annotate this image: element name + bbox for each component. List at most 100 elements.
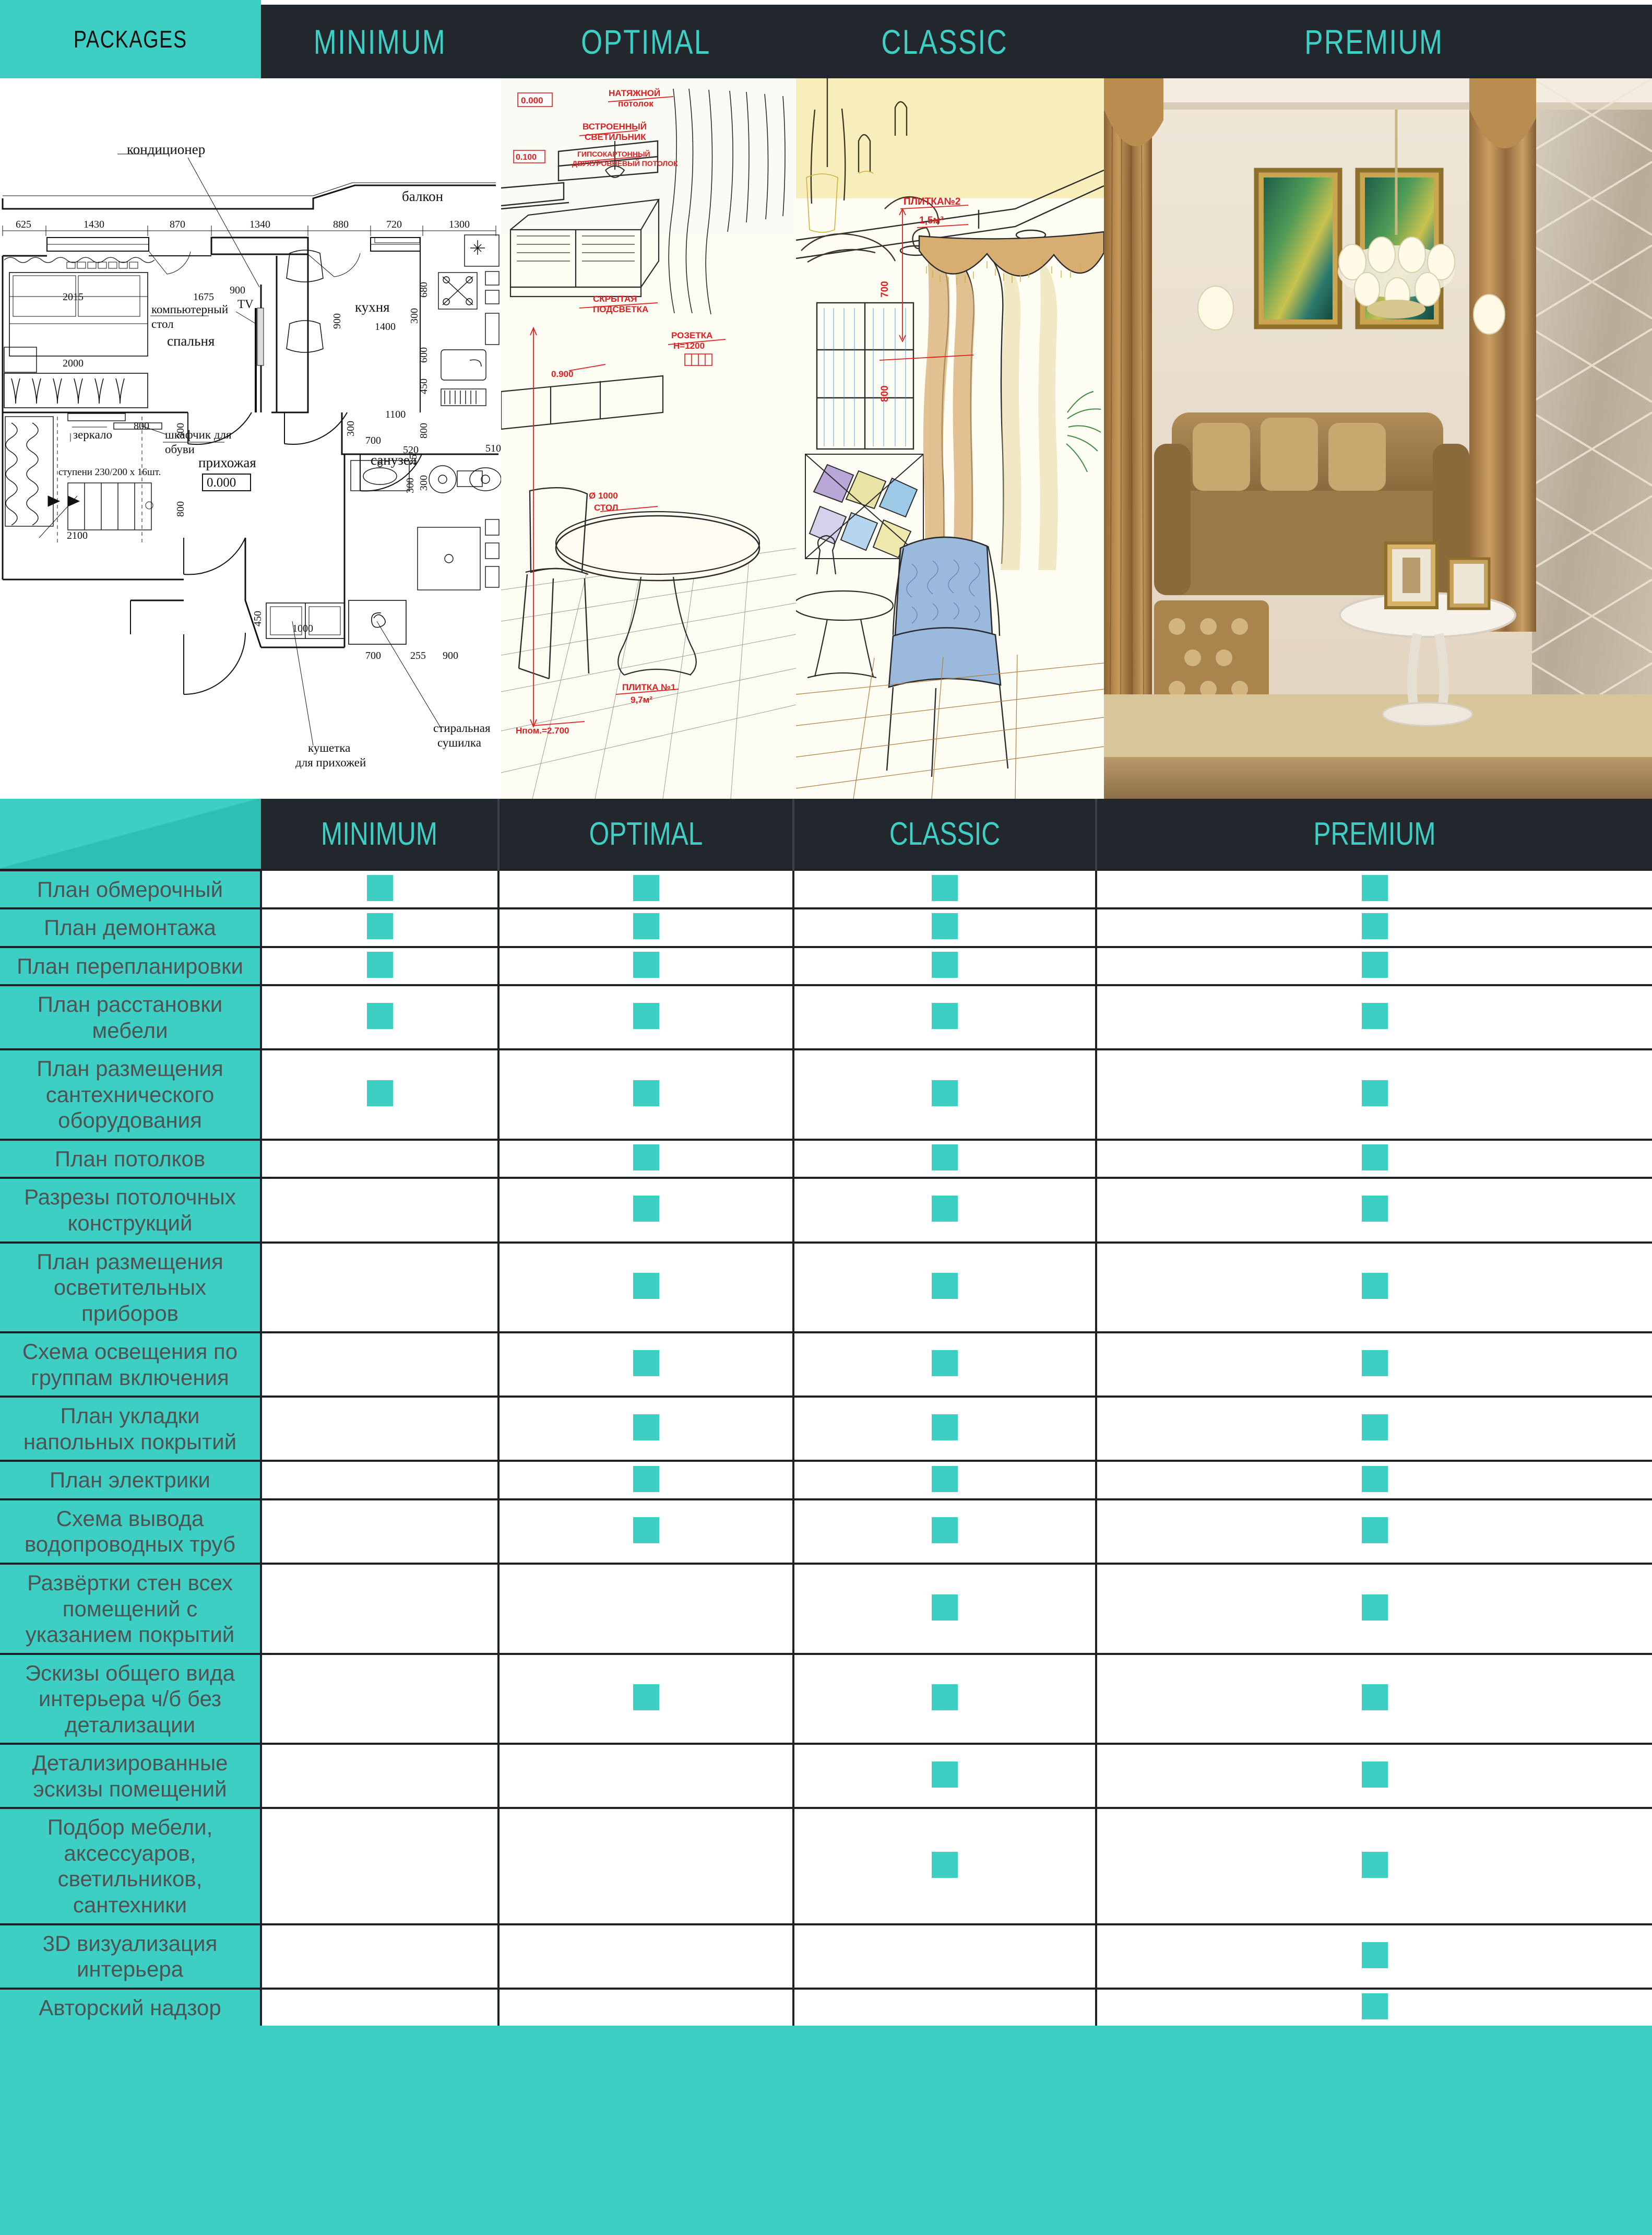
- svg-text:кондиционер: кондиционер: [127, 141, 205, 157]
- tab-minimum[interactable]: MINIMUM: [261, 5, 498, 78]
- svg-text:ступени 230/200 х 16шт.: ступени 230/200 х 16шт.: [58, 467, 161, 478]
- feature-cell-classic: [792, 1241, 1096, 1333]
- feature-cell-optimal: [497, 868, 793, 909]
- table-row: План демонтажа: [0, 907, 1652, 947]
- svg-text:кухня: кухня: [355, 299, 390, 315]
- svg-text:зеркало: зеркало: [73, 428, 112, 441]
- included-mark-icon: [932, 1144, 958, 1171]
- svg-text:700: 700: [365, 650, 381, 661]
- svg-text:800: 800: [134, 420, 149, 432]
- feature-cell-optimal: [497, 1562, 793, 1654]
- feature-cell-minimum: [260, 1138, 498, 1178]
- feature-label: План размещения сантехнического оборудов…: [0, 1048, 261, 1140]
- feature-cell-optimal: [497, 945, 793, 986]
- svg-text:0.100: 0.100: [516, 153, 537, 162]
- included-mark-icon: [932, 1003, 958, 1030]
- svg-text:Ø 1000: Ø 1000: [589, 491, 618, 501]
- feature-cell-premium: [1095, 868, 1652, 909]
- column-header-classic[interactable]: CLASSIC: [793, 799, 1097, 870]
- included-mark-icon: [932, 1414, 958, 1441]
- svg-text:сушилка: сушилка: [437, 736, 481, 749]
- svg-text:1340: 1340: [249, 219, 270, 230]
- feature-cell-minimum: [260, 1807, 498, 1924]
- included-mark-icon: [1361, 1761, 1388, 1788]
- feature-label: Схема освещения по группам включения: [0, 1331, 261, 1397]
- feature-cell-premium: [1095, 1048, 1652, 1140]
- feature-cell-minimum: [260, 1460, 498, 1499]
- included-mark-icon: [932, 1196, 958, 1222]
- included-mark-icon: [1361, 1684, 1388, 1711]
- included-mark-icon: [1361, 1003, 1388, 1030]
- not-included-placeholder: [367, 1993, 393, 2019]
- svg-text:450: 450: [418, 379, 430, 394]
- table-row: Развёртки стен всех помещений с указание…: [0, 1562, 1652, 1654]
- feature-cell-optimal: [497, 1923, 793, 1989]
- feature-cell-optimal: [497, 1743, 793, 1808]
- feature-cell-minimum: [260, 868, 498, 909]
- table-body: План обмерочный План демонтажа План перепл…: [0, 868, 1652, 2026]
- feature-cell-premium: [1095, 1652, 1652, 1744]
- feature-cell-premium: [1095, 1807, 1652, 1924]
- table-row: План обмерочный: [0, 868, 1652, 909]
- not-included-placeholder: [633, 1993, 659, 2019]
- svg-text:TV: TV: [237, 298, 254, 311]
- svg-text:ГИПСОКАРТОННЫЙ: ГИПСОКАРТОННЫЙ: [577, 149, 650, 158]
- included-mark-icon: [932, 1851, 958, 1878]
- feature-cell-minimum: [260, 1048, 498, 1140]
- not-included-placeholder: [633, 1761, 659, 1788]
- column-header-minimum[interactable]: MINIMUM: [261, 799, 500, 870]
- included-mark-icon: [1361, 1993, 1388, 2019]
- feature-label: План потолков: [0, 1138, 261, 1178]
- not-included-placeholder: [633, 1594, 659, 1621]
- svg-text:санузел: санузел: [371, 452, 417, 468]
- included-mark-icon: [932, 951, 958, 978]
- included-mark-icon: [633, 1003, 659, 1030]
- column-header-optimal-label: OPTIMAL: [589, 815, 703, 852]
- included-mark-icon: [1361, 1594, 1388, 1621]
- feature-cell-classic: [792, 1987, 1096, 2026]
- svg-text:450: 450: [252, 611, 264, 626]
- not-included-placeholder: [367, 1761, 393, 1788]
- included-mark-icon: [932, 1080, 958, 1107]
- included-mark-icon: [633, 1196, 659, 1222]
- tab-premium[interactable]: PREMIUM: [1096, 5, 1652, 78]
- premium-interior-photo: [1104, 78, 1652, 799]
- column-header-premium[interactable]: PREMIUM: [1096, 799, 1652, 870]
- included-mark-icon: [932, 874, 958, 901]
- svg-text:СТОЛ: СТОЛ: [594, 503, 619, 513]
- feature-cell-optimal: [497, 1498, 793, 1564]
- svg-text:1100: 1100: [385, 409, 406, 420]
- table-row: План размещения сантехнического оборудов…: [0, 1048, 1652, 1140]
- included-mark-icon: [366, 913, 393, 940]
- feature-label: План перепланировки: [0, 945, 261, 986]
- feature-cell-premium: [1095, 1396, 1652, 1461]
- column-header-optimal[interactable]: OPTIMAL: [498, 799, 794, 870]
- tab-classic[interactable]: CLASSIC: [793, 5, 1096, 78]
- included-mark-icon: [932, 913, 958, 940]
- feature-cell-minimum: [260, 945, 498, 986]
- feature-cell-minimum: [260, 1241, 498, 1333]
- feature-cell-premium: [1095, 1923, 1652, 1989]
- included-mark-icon: [633, 1080, 659, 1107]
- svg-text:СКРЫТАЯ: СКРЫТАЯ: [593, 294, 637, 304]
- svg-text:1300: 1300: [449, 219, 470, 230]
- feature-label: Разрезы потолочных конструкций: [0, 1177, 261, 1243]
- svg-text:1000: 1000: [292, 623, 313, 634]
- included-mark-icon: [932, 1350, 958, 1377]
- feature-cell-classic: [792, 1923, 1096, 1989]
- svg-text:600: 600: [418, 347, 430, 363]
- column-header-minimum-label: MINIMUM: [320, 815, 438, 852]
- feature-cell-classic: [792, 1498, 1096, 1564]
- feature-cell-premium: [1095, 1987, 1652, 2026]
- feature-cell-optimal: [497, 1331, 793, 1397]
- table-row: План потолков: [0, 1138, 1652, 1178]
- feature-label: План расстановки мебели: [0, 984, 261, 1050]
- classic-sketch-drawing: ПЛИТКА№2 1,5м² 700 800: [796, 78, 1104, 799]
- table-corner-cell: [0, 799, 261, 870]
- svg-text:спальня: спальня: [167, 333, 215, 349]
- bottom-accent-strip: [0, 2214, 1652, 2235]
- svg-text:ДВУХУРОВНЕВЫЙ ПОТОЛОК: ДВУХУРОВНЕВЫЙ ПОТОЛОК: [572, 159, 678, 168]
- feature-cell-classic: [792, 1331, 1096, 1397]
- features-comparison-table-wrap: MINIMUM OPTIMAL CLASSIC PREMIUM План обм…: [0, 799, 1652, 2026]
- tab-optimal[interactable]: OPTIMAL: [498, 5, 793, 78]
